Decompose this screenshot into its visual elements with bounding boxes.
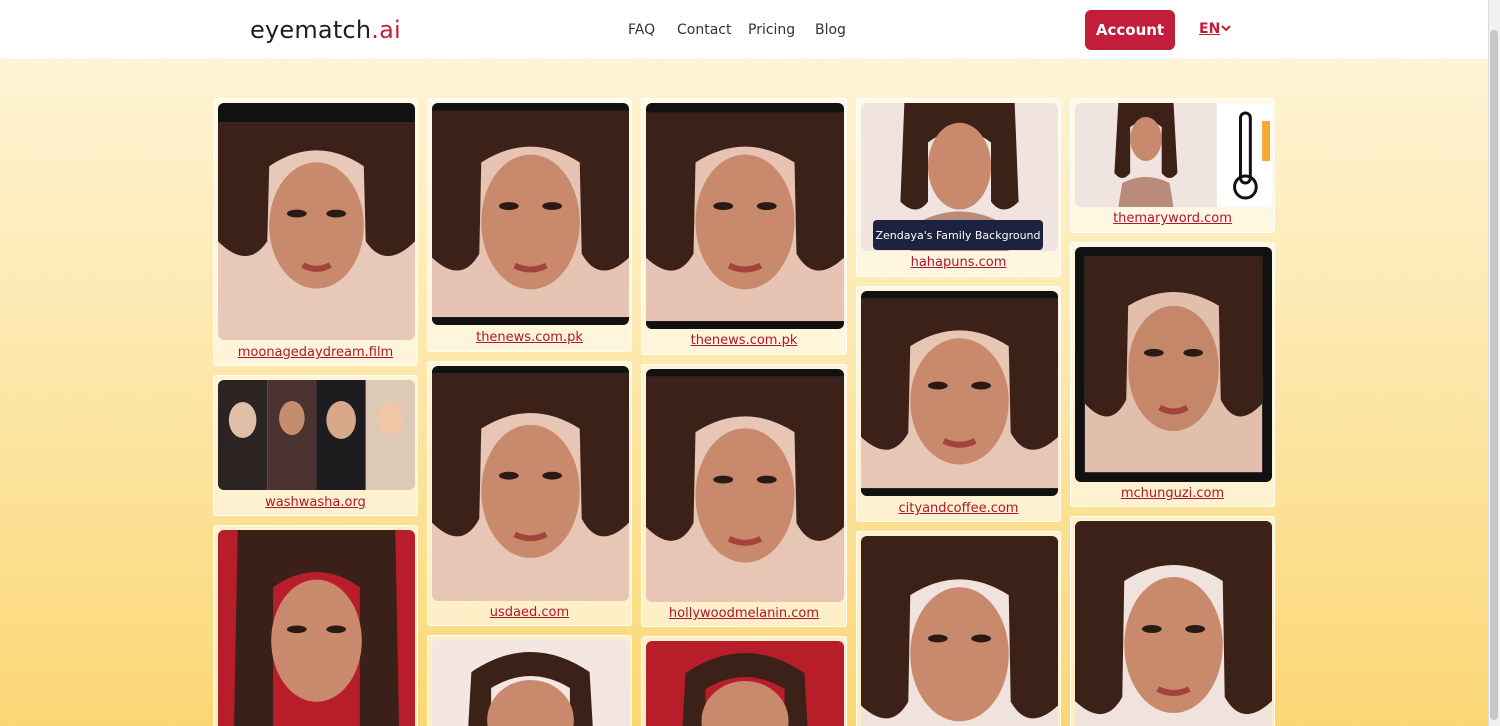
result-photo[interactable]: [646, 641, 844, 726]
result-card[interactable]: themaryword.com: [1070, 98, 1275, 233]
result-photo[interactable]: [432, 366, 629, 601]
language-selector[interactable]: EN: [1199, 21, 1220, 37]
result-source-link[interactable]: cityandcoffee.com: [857, 501, 1060, 516]
result-card[interactable]: thenews.com.pk: [427, 98, 632, 352]
result-card[interactable]: [427, 635, 632, 726]
result-card[interactable]: [213, 525, 418, 726]
result-photo[interactable]: [646, 103, 844, 329]
result-card[interactable]: [641, 636, 847, 726]
result-photo[interactable]: [218, 530, 415, 726]
result-photo[interactable]: [1075, 247, 1272, 482]
result-source-link[interactable]: mchunguzi.com: [1071, 486, 1274, 501]
chevron-down-icon[interactable]: [1220, 22, 1232, 34]
result-photo[interactable]: [861, 536, 1058, 726]
nav-faq-link[interactable]: FAQ: [628, 22, 655, 38]
result-source-link[interactable]: hahapuns.com: [857, 255, 1060, 270]
result-source-link[interactable]: thenews.com.pk: [642, 333, 846, 348]
result-source-link[interactable]: washwasha.org: [214, 495, 417, 510]
site-logo[interactable]: eyematch.ai: [250, 16, 401, 44]
nav-pricing-link[interactable]: Pricing: [748, 22, 795, 38]
result-card[interactable]: cityandcoffee.com: [856, 286, 1061, 522]
logo-wordmark: eyematch: [250, 16, 372, 44]
logo-suffix: .ai: [371, 16, 401, 44]
result-photo[interactable]: [1075, 521, 1272, 726]
result-source-link[interactable]: thenews.com.pk: [428, 330, 631, 345]
result-card[interactable]: usdaed.com: [427, 361, 632, 626]
top-navigation-bar: eyematch.ai FAQ Contact Pricing Blog Acc…: [0, 0, 1488, 60]
result-photo[interactable]: [1075, 103, 1272, 207]
scrollbar-thumb[interactable]: [1490, 30, 1498, 720]
result-source-link[interactable]: hollywoodmelanin.com: [642, 606, 846, 621]
result-photo[interactable]: [432, 640, 629, 726]
result-photo[interactable]: [218, 380, 415, 490]
result-photo[interactable]: [861, 291, 1058, 496]
result-source-link[interactable]: themaryword.com: [1071, 211, 1274, 226]
result-card[interactable]: hahapuns.com: [856, 98, 1061, 277]
result-card[interactable]: mchunguzi.com: [1070, 242, 1275, 507]
image-tooltip: Zendaya's Family Background: [873, 220, 1043, 250]
result-card[interactable]: [856, 531, 1061, 726]
result-photo[interactable]: [218, 103, 415, 340]
result-card[interactable]: washwasha.org: [213, 375, 418, 516]
result-photo[interactable]: [646, 369, 844, 602]
nav-blog-link[interactable]: Blog: [815, 22, 846, 38]
result-photo[interactable]: [432, 103, 629, 325]
account-button[interactable]: Account: [1085, 10, 1175, 50]
nav-contact-link[interactable]: Contact: [677, 22, 731, 38]
result-card[interactable]: hollywoodmelanin.com: [641, 364, 847, 627]
result-card[interactable]: moonagedaydream.film: [213, 98, 418, 366]
result-card[interactable]: [1070, 516, 1275, 726]
result-card[interactable]: thenews.com.pk: [641, 98, 847, 355]
result-source-link[interactable]: moonagedaydream.film: [214, 345, 417, 360]
result-source-link[interactable]: usdaed.com: [428, 605, 631, 620]
